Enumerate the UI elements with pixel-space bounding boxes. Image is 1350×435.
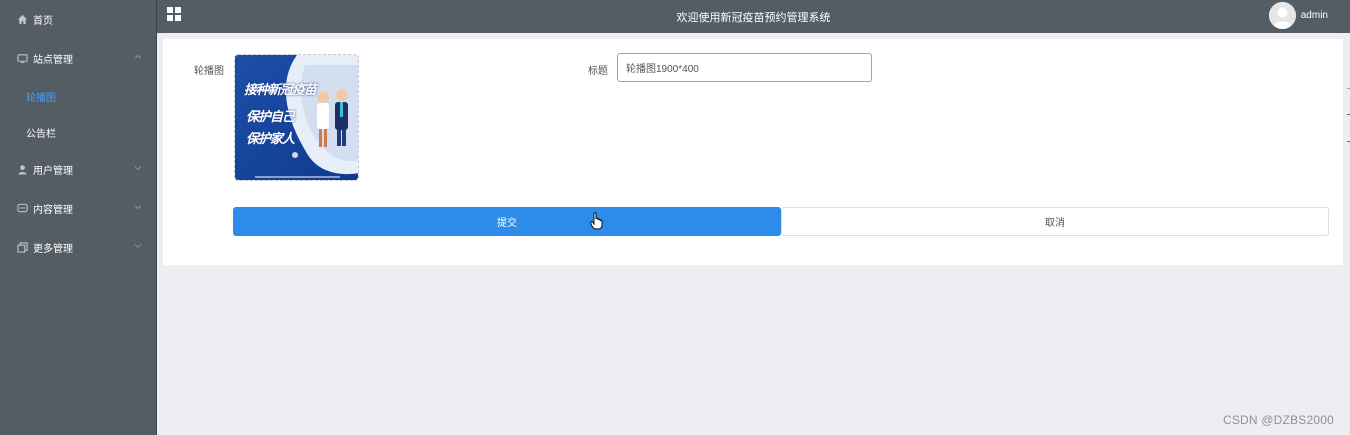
menu-home[interactable]: 首页	[0, 0, 156, 39]
chat-icon	[16, 203, 28, 215]
sidebar-item-notice-label: 公告栏	[26, 128, 56, 140]
title-input[interactable]	[617, 53, 872, 82]
form-panel: 轮播图 接种新冠疫苗 保护自己 保护家人 标题 轮播图1900*400 提交 取…	[163, 39, 1343, 265]
menu-home-label: 首页	[33, 16, 53, 27]
user-icon	[16, 164, 28, 176]
top-bar: 欢迎使用新冠疫苗预约管理系统 admin	[157, 0, 1350, 33]
chevron-up-icon	[134, 54, 142, 59]
hand-cursor-icon	[590, 212, 603, 230]
watermark: CSDN @DZBS2000	[1222, 413, 1334, 427]
chevron-down-icon	[134, 204, 142, 209]
sidebar-item-carousel-label: 轮播图	[26, 92, 56, 104]
banner-text-line-2: 保护自己	[246, 109, 295, 124]
banner-text-line-1: 接种新冠疫苗	[244, 82, 317, 97]
sidebar-item-carousel[interactable]: 轮播图	[0, 78, 156, 114]
user-menu[interactable]: admin	[1268, 2, 1328, 29]
menu-site[interactable]: 站点管理	[0, 39, 156, 78]
edge-fragment	[1347, 88, 1350, 142]
copy-icon	[16, 242, 28, 254]
banner-image-uploader[interactable]: 接种新冠疫苗 保护自己 保护家人	[234, 54, 359, 181]
home-icon	[16, 14, 28, 26]
menu-more-label: 更多管理	[33, 244, 73, 255]
sidebar: 首页 站点管理 轮播图 公告栏 用户管理 内容管理 更多管理	[0, 0, 157, 435]
monitor-icon	[16, 53, 28, 65]
chevron-down-icon	[134, 165, 142, 170]
menu-user[interactable]: 用户管理	[0, 150, 156, 189]
cancel-button[interactable]: 取消	[781, 207, 1329, 236]
avatar	[1268, 2, 1296, 29]
username: admin	[1300, 10, 1328, 21]
submit-button[interactable]: 提交	[233, 207, 781, 236]
menu-user-label: 用户管理	[33, 166, 73, 177]
menu-more[interactable]: 更多管理	[0, 228, 156, 267]
banner-label: 轮播图	[194, 66, 224, 77]
title-label: 标题	[588, 66, 608, 77]
banner-text-line-3: 保护家人	[246, 131, 295, 146]
menu-content[interactable]: 内容管理	[0, 189, 156, 228]
chevron-down-icon	[134, 243, 142, 248]
menu-site-label: 站点管理	[33, 55, 73, 66]
menu-content-label: 内容管理	[33, 205, 73, 216]
sidebar-item-notice[interactable]: 公告栏	[0, 114, 156, 150]
system-title: 欢迎使用新冠疫苗预约管理系统	[676, 12, 831, 24]
